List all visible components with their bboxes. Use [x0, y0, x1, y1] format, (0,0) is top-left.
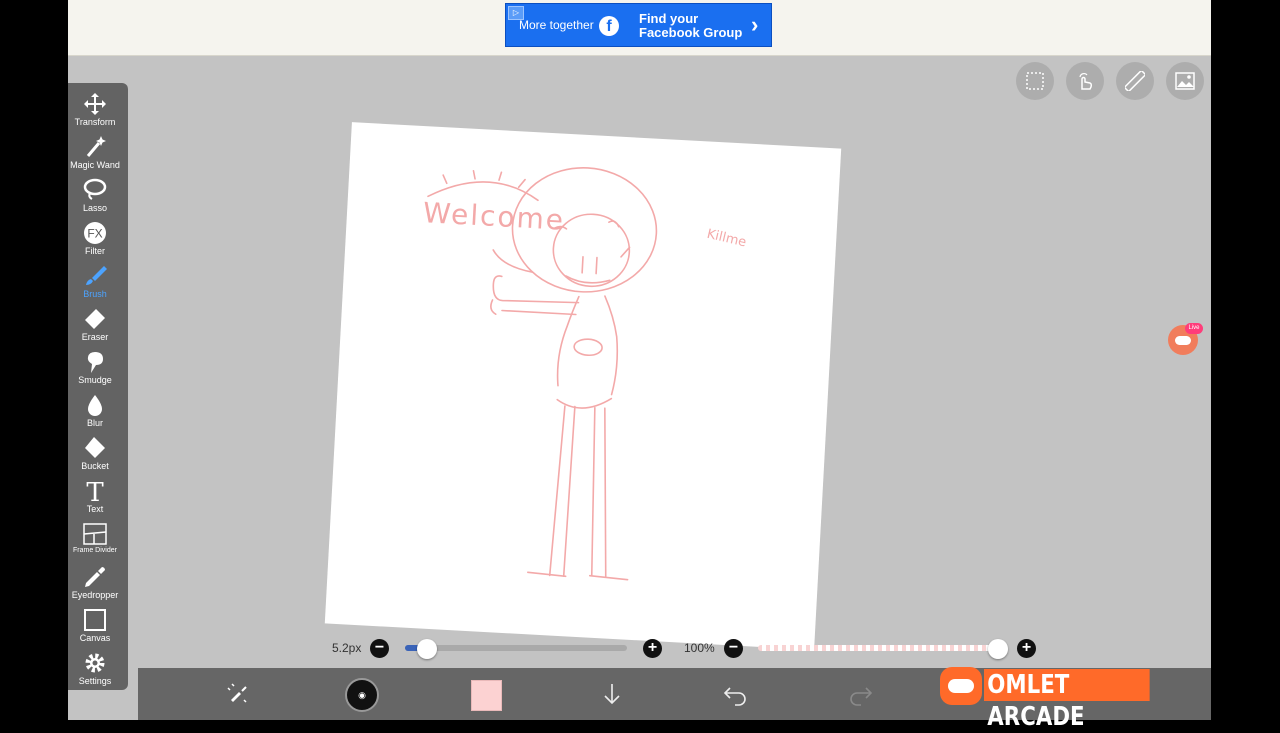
tool-label: Blur: [86, 418, 103, 428]
ad-cta-text: Find your Facebook Group: [639, 11, 743, 40]
text-icon: T: [86, 478, 104, 504]
tool-smudge[interactable]: Smudge: [68, 349, 122, 385]
tool-text[interactable]: T Text: [68, 478, 122, 514]
tool-label: Eyedropper: [71, 590, 119, 600]
selection-button[interactable]: [1016, 62, 1054, 100]
omlet-logo-icon: [940, 667, 982, 705]
welcome-text: Welcome: [422, 196, 566, 237]
brush-preview-button[interactable]: ◉: [345, 678, 379, 712]
tool-label: Magic Wand: [70, 160, 120, 170]
opacity-decrease-button[interactable]: −: [724, 639, 743, 658]
image-button[interactable]: [1166, 62, 1204, 100]
selection-icon: [1026, 72, 1044, 90]
eyedropper-icon: [85, 567, 105, 587]
brush-settings-icon[interactable]: [222, 678, 254, 710]
chevron-right-icon: ›: [751, 12, 759, 37]
svg-text:T: T: [86, 478, 104, 504]
move-icon: [84, 93, 106, 115]
tool-magic-wand[interactable]: Magic Wand: [68, 134, 122, 170]
tool-label: Filter: [85, 246, 105, 256]
ad-banner[interactable]: ▷ More together f Find your Facebook Gro…: [505, 3, 772, 47]
app-screen: ▷ More together f Find your Facebook Gro…: [68, 0, 1211, 720]
brush-size-decrease-button[interactable]: −: [370, 639, 389, 658]
tool-lasso[interactable]: Lasso: [68, 177, 122, 213]
hand-touch-button[interactable]: [1066, 62, 1104, 100]
tool-filter[interactable]: FX Filter: [68, 220, 122, 256]
svg-text:FX: FX: [87, 227, 102, 241]
ruler-icon: [1125, 71, 1145, 91]
brush-size-slider[interactable]: [405, 645, 627, 651]
ad-small-text: More together: [519, 18, 594, 32]
undo-icon[interactable]: [720, 678, 752, 710]
tool-label: Smudge: [78, 375, 112, 385]
layer-down-icon[interactable]: [596, 678, 628, 710]
image-icon: [1175, 72, 1195, 90]
frame-divider-icon: [83, 523, 107, 545]
tool-transform[interactable]: Transform: [68, 91, 122, 127]
tool-label: Brush: [83, 289, 107, 299]
tool-label: Frame Divider: [73, 547, 117, 554]
tool-label: Transform: [74, 117, 116, 127]
canvas-icon: [84, 609, 106, 631]
bucket-icon: [85, 437, 105, 458]
brush-size-knob[interactable]: [417, 639, 438, 659]
tool-blur[interactable]: Blur: [68, 392, 122, 428]
killme-text: Killme: [705, 227, 747, 251]
fx-icon: FX: [84, 222, 106, 244]
tool-label: Eraser: [81, 332, 109, 342]
color-swatch[interactable]: [471, 680, 502, 711]
brush-size-increase-button[interactable]: +: [643, 639, 662, 658]
opacity-knob[interactable]: [988, 639, 1008, 659]
opacity-label: 100%: [684, 641, 715, 655]
eraser-icon: [85, 309, 105, 329]
tool-label: Settings: [78, 676, 112, 686]
tool-frame-divider[interactable]: Frame Divider: [68, 521, 122, 554]
omlet-live-button[interactable]: Live: [1168, 323, 1203, 355]
brush-icon: [86, 266, 107, 285]
smudge-icon: [87, 352, 103, 373]
opacity-increase-button[interactable]: +: [1017, 639, 1036, 658]
lasso-icon: [83, 178, 107, 200]
magic-wand-icon: [86, 136, 106, 157]
live-badge: Live: [1185, 323, 1203, 334]
tool-eraser[interactable]: Eraser: [68, 306, 122, 342]
omlet-arcade-text: OMLET ARCADE: [984, 669, 1150, 732]
tool-sidebar: Transform Magic Wand Lasso FX Filter Bru…: [68, 83, 128, 690]
tool-bucket[interactable]: Bucket: [68, 435, 122, 471]
redo-icon[interactable]: [844, 678, 876, 710]
tool-label: Bucket: [81, 461, 109, 471]
tool-brush[interactable]: Brush: [68, 263, 122, 299]
opacity-slider[interactable]: [758, 645, 998, 651]
tool-eyedropper[interactable]: Eyedropper: [68, 564, 122, 600]
facebook-icon: f: [599, 16, 619, 36]
brush-size-label: 5.2px: [332, 641, 362, 655]
hand-touch-icon: [1079, 73, 1093, 90]
ad-banner-bar: ▷ More together f Find your Facebook Gro…: [68, 0, 1211, 56]
tool-label: Text: [86, 504, 104, 514]
omlet-arcade-watermark: OMLET ARCADE: [940, 667, 1186, 732]
drawing-canvas[interactable]: Welcome Killme: [324, 122, 842, 650]
tool-label: Lasso: [82, 203, 108, 213]
ruler-button[interactable]: [1116, 62, 1154, 100]
slider-bar: 5.2px − + 100% − +: [68, 637, 1211, 661]
blur-drop-icon: [88, 395, 102, 416]
sketch-drawing: Welcome Killme: [422, 167, 748, 581]
brush-preview-icon: ◉: [358, 690, 366, 700]
